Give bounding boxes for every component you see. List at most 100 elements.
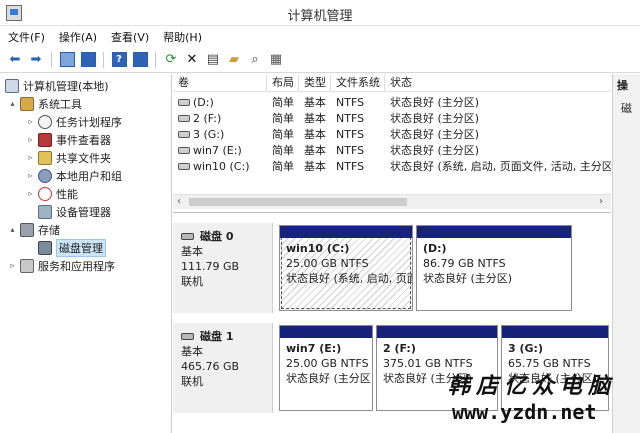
properties-icon[interactable] [131,51,149,69]
volume-name: 3 (G:) [193,127,225,141]
settings-icon[interactable]: ▦ [267,51,285,69]
partition-size: 25.00 GB NTFS [286,257,369,270]
disk-state: 联机 [181,375,203,388]
volume-status: 状态良好 (主分区) [390,144,480,157]
column-header-type[interactable]: 类型 [299,74,331,92]
volume-list-header: 卷 布局 类型 文件系统 状态 [173,74,611,92]
back-arrow-icon[interactable]: ⬅ [6,51,24,69]
expander-icon[interactable]: ▹ [26,135,35,144]
partition-d[interactable]: (D:) 86.79 GB NTFS 状态良好 (主分区) [416,225,572,311]
actions-header: 操 [617,79,628,92]
volume-layout: 简单 [272,160,294,173]
expander-icon[interactable]: ▹ [26,189,35,198]
tree-item-storage[interactable]: ▴ 存储 [8,221,60,238]
partition-header-bar [280,226,412,238]
search-icon[interactable]: ⌕ [246,51,264,69]
forward-arrow-icon[interactable]: ➡ [27,51,45,69]
expander-icon[interactable]: ▹ [8,261,17,270]
disk-0-info[interactable]: 磁盘 0 基本 111.79 GB 联机 [173,223,273,313]
tree-item-services-applications[interactable]: ▹ 服务和应用程序 [8,257,115,274]
column-header-status[interactable]: 状态 [385,74,611,92]
disk-1-info[interactable]: 磁盘 1 基本 465.76 GB 联机 [173,323,273,413]
expander-icon[interactable]: ▹ [26,171,35,180]
scroll-left-icon[interactable]: ‹ [177,196,181,207]
volume-filesystem: NTFS [336,143,365,157]
refresh-icon[interactable]: ⟳ [162,51,180,69]
menu-view[interactable]: 查看(V) [111,29,149,45]
actions-item-disk-management[interactable]: 磁 [621,100,632,116]
horizontal-scrollbar[interactable]: ‹ › [173,194,611,209]
clock-icon [38,114,52,129]
column-header-filesystem[interactable]: 文件系统 [331,74,385,92]
disk-kind: 基本 [181,345,203,358]
tree-item-system-tools[interactable]: ▴ 系统工具 [8,95,82,112]
computer-icon [5,78,19,93]
disk-icon [181,333,194,340]
tools-icon [20,96,34,111]
tree-item-label: 任务计划程序 [56,115,122,129]
open-icon[interactable]: ▤ [204,51,222,69]
partition-e[interactable]: win7 (E:) 25.00 GB NTFS 状态良好 (主分区) [279,325,373,411]
disk-name: 磁盘 0 [200,230,234,243]
tree-item-label: 事件查看器 [56,133,111,147]
volume-status: 状态良好 (主分区) [390,128,480,141]
menu-help[interactable]: 帮助(H) [163,29,202,45]
partition-status: 状态良好 (主分区) [423,272,513,285]
volume-name: win7 (E:) [193,143,242,157]
partition-title: win10 (C:) [286,242,350,255]
performance-icon [38,186,52,201]
disk-state: 联机 [181,275,203,288]
menu-bar: 文件(F) 操作(A) 查看(V) 帮助(H) [0,27,640,47]
delete-icon[interactable]: ✕ [183,51,201,69]
table-row[interactable]: win7 (E:) 简单 基本 NTFS 状态良好 (主分区) [173,142,611,158]
volume-type: 基本 [304,96,326,109]
scrollbar-thumb[interactable] [189,198,407,206]
partition-c[interactable]: win10 (C:) 25.00 GB NTFS 状态良好 (系统, 启动, 页… [279,225,413,311]
volume-filesystem: NTFS [336,159,365,173]
tree-item-label: 本地用户和组 [56,169,122,183]
drive-icon [178,163,190,170]
tree-item-local-users-groups[interactable]: ▹ 本地用户和组 [26,167,122,184]
partition-title: 2 (F:) [383,342,416,355]
tree-item-disk-management[interactable]: 磁盘管理 [26,238,106,257]
column-header-volume[interactable]: 卷 [173,74,267,92]
table-row[interactable]: (D:) 简单 基本 NTFS 状态良好 (主分区) [173,94,611,110]
partition-header-bar [280,326,372,338]
menu-action[interactable]: 操作(A) [59,29,97,45]
tree-item-device-manager[interactable]: 设备管理器 [26,203,111,220]
table-row[interactable]: 2 (F:) 简单 基本 NTFS 状态良好 (主分区) [173,110,611,126]
column-header-layout[interactable]: 布局 [267,74,299,92]
volume-type: 基本 [304,144,326,157]
tree-item-shared-folders[interactable]: ▹ 共享文件夹 [26,149,111,166]
scroll-right-icon[interactable]: › [599,196,603,207]
actions-pane: 操 磁 [612,74,640,433]
tree-item-label: 共享文件夹 [56,151,111,165]
expander-icon[interactable]: ▴ [8,99,17,108]
expander-icon[interactable]: ▹ [26,153,35,162]
folder-open-icon[interactable]: ▰ [225,51,243,69]
tree-item-label: 磁盘管理 [56,238,106,257]
partition-header-bar [502,326,608,338]
tree-item-label: 服务和应用程序 [38,259,115,273]
tree-item-task-scheduler[interactable]: ▹ 任务计划程序 [26,113,122,130]
menu-file[interactable]: 文件(F) [8,29,45,45]
watermark-brand: 韩店亿众电脑 [448,373,617,399]
volume-type: 基本 [304,160,326,173]
expander-icon[interactable]: ▴ [8,225,17,234]
table-row[interactable]: win10 (C:) 简单 基本 NTFS 状态良好 (系统, 启动, 页面文件… [173,158,611,174]
show-tree-icon[interactable] [79,51,97,69]
table-row[interactable]: 3 (G:) 简单 基本 NTFS 状态良好 (主分区) [173,126,611,142]
partition-status: 状态良好 (系统, 启动, 页面 [286,272,413,285]
volume-name: win10 (C:) [193,159,250,173]
partition-status: 状态良好 (主分区) [286,372,373,385]
help-icon[interactable]: ? [110,51,128,69]
up-folder-icon[interactable] [58,51,76,69]
tree-item-event-viewer[interactable]: ▹ 事件查看器 [26,131,111,148]
tree-item-performance[interactable]: ▹ 性能 [26,185,78,202]
storage-icon [20,222,34,237]
tree-item-computer-management[interactable]: 计算机管理(本地) [5,77,109,94]
expander-icon[interactable]: ▹ [26,117,35,126]
toolbar-separator [51,51,52,68]
device-manager-icon [38,204,52,219]
tree-item-label: 系统工具 [38,97,82,111]
